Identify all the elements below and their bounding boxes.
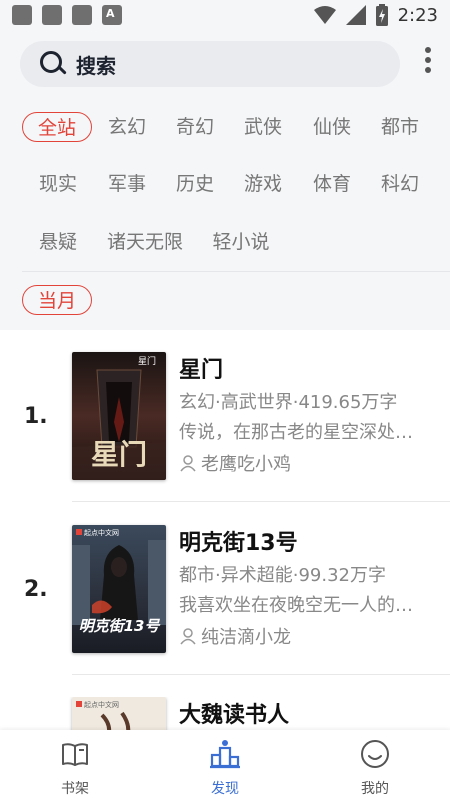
category-xuanhuan[interactable]: 玄幻	[99, 112, 155, 142]
cover-brand: 星门	[138, 355, 156, 367]
book-author: 老鹰吃小鸡	[179, 450, 291, 476]
book-icon	[62, 743, 88, 766]
tab-label: 书架	[61, 781, 89, 797]
book-item[interactable]: 2. 起点中文网 明克街13号 明克街13号 都市·异术超能·99.32万字 我…	[0, 525, 450, 697]
category-tiyu[interactable]: 体育	[304, 169, 360, 199]
book-cover: 起点中文网	[72, 697, 166, 730]
book-meta: 都市·异术超能·99.32万字	[179, 565, 386, 586]
search-bar[interactable]: 搜索	[20, 41, 400, 87]
book-title: 明克街13号	[179, 531, 298, 556]
app-notification-icon	[102, 5, 122, 25]
book-intro: 传说，在那古老的星空深处，伫立着一道血与火侵染的红色之门	[179, 422, 419, 443]
book-cover: 星门 星门	[72, 352, 166, 480]
category-qingxiaoshuo[interactable]: 轻小说	[207, 227, 275, 257]
divider	[72, 501, 450, 502]
tab-label: 发现	[211, 781, 239, 797]
book-intro: 我喜欢坐在夜晚空无一人的街道	[179, 595, 419, 616]
book-title: 星门	[179, 358, 224, 383]
search-icon	[40, 51, 67, 77]
book-cover: 起点中文网 明克街13号	[72, 525, 166, 653]
category-qihuan[interactable]: 奇幻	[167, 112, 223, 142]
divider	[22, 271, 450, 272]
divider	[72, 674, 450, 675]
author-name: 纯洁滴小龙	[201, 627, 291, 648]
tab-discover[interactable]: 发现	[185, 738, 265, 798]
battery-icon	[375, 4, 388, 26]
cover-title: 星门	[91, 438, 147, 471]
author-icon	[180, 628, 196, 645]
tab-bookshelf[interactable]: 书架	[35, 738, 115, 798]
category-xuanyi[interactable]: 悬疑	[30, 227, 86, 257]
tab-label: 我的	[361, 781, 389, 797]
cover-brand: 起点中文网	[84, 700, 119, 709]
book-item[interactable]: 起点中文网 大魏读书人	[0, 697, 450, 730]
category-youxi[interactable]: 游戏	[235, 169, 291, 199]
status-bar: 2:23	[0, 0, 450, 32]
period-selector[interactable]: 当月	[22, 285, 92, 315]
category-filter: 全站 玄幻 奇幻 武侠 仙侠 都市 现实 军事 历史 游戏 体育 科幻 悬疑 诸…	[0, 100, 450, 330]
category-zhutian[interactable]: 诸天无限	[99, 227, 191, 257]
book-meta: 玄幻·高武世界·419.65万字	[179, 392, 398, 413]
book-item[interactable]: 1. 星门 星门 星门 玄幻·高武世界·419.65万字 传说，在那古老的星空深…	[0, 352, 450, 524]
author-name: 老鹰吃小鸡	[201, 454, 291, 475]
book-title: 大魏读书人	[179, 703, 290, 728]
category-wuxia[interactable]: 武侠	[235, 112, 291, 142]
wifi-icon	[313, 6, 336, 24]
category-junshi[interactable]: 军事	[99, 169, 155, 199]
more-options-icon[interactable]	[424, 47, 432, 73]
rank-number: 1.	[24, 404, 48, 429]
category-kehuan[interactable]: 科幻	[372, 169, 428, 199]
cover-brand: 起点中文网	[84, 528, 119, 537]
clock: 2:23	[397, 4, 438, 26]
notification-icons	[12, 5, 122, 25]
category-all[interactable]: 全站	[22, 112, 92, 142]
notification-icon	[12, 5, 32, 25]
search-label: 搜索	[76, 53, 116, 78]
tab-mine[interactable]: 我的	[335, 738, 415, 798]
category-dushi[interactable]: 都市	[372, 112, 428, 142]
header: 搜索	[0, 32, 450, 100]
notification-icon	[42, 5, 62, 25]
cover-title: 明克街13号	[79, 617, 162, 635]
discover-icon	[210, 740, 240, 769]
bottom-tab-bar: 书架 发现 我的	[0, 730, 450, 800]
author-icon	[180, 455, 196, 472]
category-xianxia[interactable]: 仙侠	[304, 112, 360, 142]
category-xianshi[interactable]: 现实	[30, 169, 86, 199]
rank-number: 2.	[24, 577, 48, 602]
book-author: 纯洁滴小龙	[179, 623, 291, 649]
notification-icon	[72, 5, 92, 25]
signal-icon	[345, 5, 366, 25]
smile-icon	[361, 740, 389, 768]
category-lishi[interactable]: 历史	[167, 169, 223, 199]
